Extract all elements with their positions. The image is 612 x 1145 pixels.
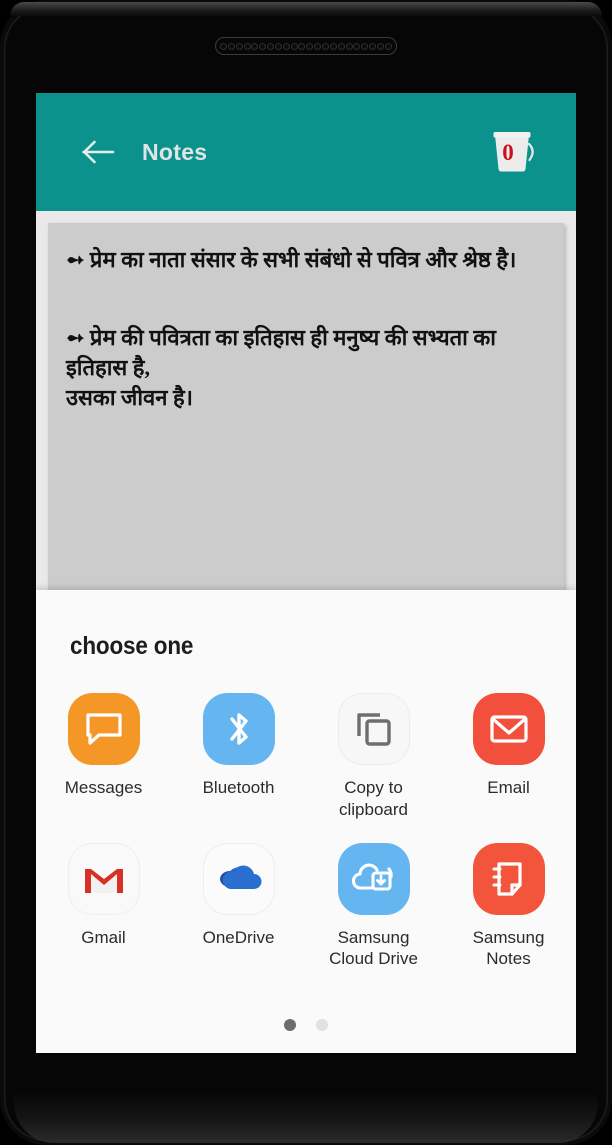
share-item-label: Copy to clipboard (339, 778, 408, 819)
device-bottom-edge (14, 1093, 598, 1143)
email-envelope-icon (472, 693, 545, 765)
share-item-label: Messages (64, 778, 143, 797)
onedrive-cloud-icon (202, 842, 275, 915)
bluetooth-icon (202, 693, 275, 765)
share-item-label: Gmail (81, 927, 126, 947)
samsung-notes-icon (472, 842, 545, 915)
messages-icon (67, 693, 140, 765)
share-item-onedrive[interactable]: OneDrive (171, 839, 306, 975)
page-dot-1[interactable] (284, 1019, 296, 1031)
share-item-samsung-cloud-drive[interactable]: Samsung Cloud Drive (306, 839, 441, 975)
share-item-label: OneDrive (202, 927, 275, 947)
share-item-email[interactable]: Email (441, 689, 576, 825)
share-sheet-title: choose one (70, 632, 194, 660)
app-bar: Notes 0 (36, 93, 576, 211)
note-paragraph-2-line-1: ➻ प्रेम की पवित्रता का इतिहास ही मनुष्य … (66, 324, 496, 350)
back-button[interactable] (68, 121, 130, 183)
share-item-samsung-notes[interactable]: Samsung Notes (441, 839, 576, 975)
note-paragraph-2-line-2: इतिहास है, (66, 354, 150, 380)
note-paragraph-2: ➻ प्रेम की पवित्रता का इतिहास ही मनुष्य … (66, 323, 546, 413)
share-item-label: Samsung Cloud Drive (329, 927, 418, 969)
samsung-cloud-drive-icon (337, 842, 410, 915)
gmail-icon (67, 842, 140, 915)
page-dot-2[interactable] (316, 1019, 328, 1031)
earpiece-speaker-grille (215, 37, 397, 55)
share-sheet-pagination[interactable] (36, 1019, 576, 1031)
note-paragraph-2-line-3: उसका जीवन है। (66, 384, 194, 410)
phone-screen: Notes 0 ➻ प्रेम का नाता संसार के सभी संब… (36, 93, 576, 1053)
share-item-label: Email (487, 778, 530, 797)
share-target-grid: Messages Bluetooth Copy to clipboard Ema… (36, 689, 576, 974)
share-item-copy-to-clipboard[interactable]: Copy to clipboard (306, 689, 441, 825)
copy-to-clipboard-icon (337, 693, 410, 765)
share-item-label: Samsung Notes (472, 927, 545, 969)
share-item-gmail[interactable]: Gmail (36, 839, 171, 975)
page-title: Notes (142, 138, 208, 165)
share-item-messages[interactable]: Messages (36, 689, 171, 825)
arrow-left-icon (82, 140, 115, 164)
share-item-bluetooth[interactable]: Bluetooth (171, 689, 306, 825)
trash-bucket-icon (493, 132, 534, 172)
device-top-edge (10, 2, 602, 16)
share-sheet: choose one Messages Bluetooth Copy to cl… (36, 590, 576, 1053)
share-item-label: Bluetooth (202, 778, 275, 797)
trash-button[interactable]: 0 (484, 126, 542, 178)
device-frame: Notes 0 ➻ प्रेम का नाता संसार के सभी संब… (0, 0, 612, 1145)
note-paragraph-1: ➻ प्रेम का नाता संसार के सभी संबंधो से प… (66, 247, 517, 272)
